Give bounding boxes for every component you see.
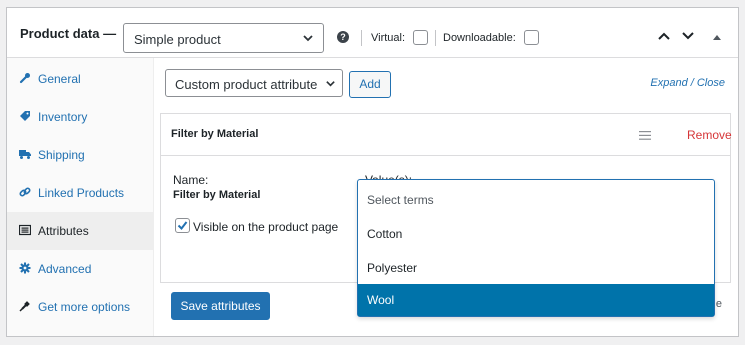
attribute-type-select[interactable]: Custom product attribute bbox=[165, 69, 343, 97]
visible-on-product-page-label: Visible on the product page bbox=[193, 220, 339, 234]
attribute-header[interactable]: Filter by Material Remove bbox=[161, 114, 732, 156]
expand-close-link[interactable]: Expand / Close bbox=[650, 77, 725, 89]
option-label: Cotton bbox=[367, 227, 403, 241]
divider bbox=[361, 30, 362, 46]
tab-linked-products[interactable]: Linked Products bbox=[7, 174, 154, 212]
tab-label: General bbox=[38, 72, 81, 86]
tab-label: Linked Products bbox=[38, 186, 125, 200]
product-data-title: Product data — bbox=[20, 26, 117, 41]
values-dropdown: Select terms Cotton Polyester Wool bbox=[357, 179, 715, 317]
name-label: Name: bbox=[173, 173, 209, 187]
tag-icon bbox=[20, 111, 30, 121]
tab-general[interactable]: General bbox=[7, 60, 154, 98]
divider bbox=[435, 30, 436, 46]
name-value: Filter by Material bbox=[173, 189, 261, 201]
select-terms-input[interactable]: Select terms bbox=[358, 180, 714, 220]
attribute-type-value: Custom product attribute bbox=[175, 77, 318, 92]
tab-label: Advanced bbox=[38, 262, 92, 276]
add-attribute-button[interactable]: Add bbox=[349, 71, 391, 98]
save-attributes-button[interactable]: Save attributes bbox=[171, 292, 270, 320]
downloadable-checkbox[interactable] bbox=[524, 30, 539, 45]
tab-advanced[interactable]: Advanced bbox=[7, 250, 154, 288]
obscured-link-text: e bbox=[715, 298, 722, 310]
virtual-label: Virtual: bbox=[371, 32, 406, 44]
help-icon[interactable]: ? bbox=[337, 31, 349, 43]
chevron-down-icon bbox=[326, 81, 335, 87]
remove-attribute-link[interactable]: Remove bbox=[687, 128, 732, 142]
chevron-down-icon bbox=[303, 35, 313, 42]
move-up-icon[interactable] bbox=[657, 30, 671, 42]
plugin-icon bbox=[19, 301, 30, 312]
option-label: Polyester bbox=[367, 261, 418, 275]
product-type-select[interactable]: Simple product bbox=[123, 23, 324, 53]
product-data-header: Product data — Simple product ? Virtual:… bbox=[7, 8, 738, 58]
tab-shipping[interactable]: Shipping bbox=[7, 136, 154, 174]
tab-label: Inventory bbox=[38, 110, 88, 124]
product-data-tabs: General Inventory Shipping Linked Produc… bbox=[7, 58, 154, 336]
option-label: Wool bbox=[367, 293, 395, 307]
select-terms-placeholder: Select terms bbox=[367, 193, 434, 207]
tab-get-more-options[interactable]: Get more options bbox=[7, 288, 154, 326]
tab-attributes[interactable]: Attributes bbox=[7, 212, 154, 250]
visible-on-product-page-checkbox[interactable] bbox=[175, 218, 190, 233]
link-icon bbox=[19, 187, 31, 197]
collapse-toggle-icon[interactable] bbox=[712, 33, 722, 41]
wrench-icon bbox=[19, 73, 30, 84]
list-icon bbox=[19, 224, 31, 236]
dropdown-option-polyester[interactable]: Polyester bbox=[358, 252, 714, 284]
product-type-value: Simple product bbox=[134, 32, 221, 47]
dropdown-option-cotton[interactable]: Cotton bbox=[358, 218, 714, 250]
attribute-title: Filter by Material bbox=[171, 128, 259, 140]
drag-handle-icon[interactable] bbox=[639, 131, 651, 140]
move-down-icon[interactable] bbox=[681, 30, 695, 42]
tab-label: Get more options bbox=[38, 300, 131, 314]
virtual-checkbox[interactable] bbox=[413, 30, 428, 45]
dropdown-option-wool[interactable]: Wool bbox=[358, 284, 714, 316]
tab-label: Shipping bbox=[38, 148, 85, 162]
checkmark-icon bbox=[177, 221, 188, 231]
tab-label: Attributes bbox=[38, 224, 89, 238]
truck-icon bbox=[19, 150, 31, 159]
gear-icon bbox=[19, 262, 31, 274]
tab-inventory[interactable]: Inventory bbox=[7, 98, 154, 136]
downloadable-label: Downloadable: bbox=[443, 32, 516, 44]
